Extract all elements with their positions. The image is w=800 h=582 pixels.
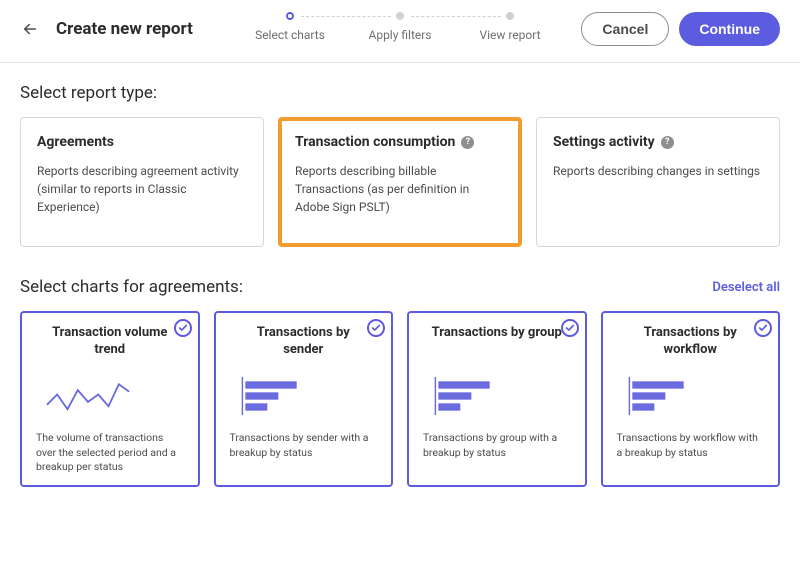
header: Create new report Select charts Apply fi… (0, 0, 800, 63)
check-icon (174, 319, 192, 337)
continue-button[interactable]: Continue (679, 12, 780, 46)
header-actions: Cancel Continue (581, 12, 780, 46)
content: Select report type: Agreements Reports d… (0, 63, 800, 487)
type-card-title: Settings activity ? (553, 134, 763, 150)
chart-card-desc: Transactions by workflow with a breakup … (613, 431, 769, 460)
type-card-transaction-consumption[interactable]: Transaction consumption ? Reports descri… (278, 117, 522, 247)
chart-card-by-workflow[interactable]: Transactions by workflow Transactions by… (601, 311, 781, 487)
type-card-title: Transaction consumption ? (295, 134, 505, 150)
chart-card-desc: Transactions by group with a breakup by … (419, 431, 575, 460)
deselect-all-link[interactable]: Deselect all (712, 280, 780, 295)
section-title-report-type: Select report type: (20, 83, 780, 103)
chart-card-desc: The volume of transactions over the sele… (32, 431, 188, 475)
type-card-agreements[interactable]: Agreements Reports describing agreement … (20, 117, 264, 247)
type-card-title: Agreements (37, 134, 247, 150)
type-card-desc: Reports describing agreement activity (s… (37, 162, 247, 216)
chart-card-title: Transactions by workflow (625, 325, 757, 359)
report-type-row: Agreements Reports describing agreement … (20, 117, 780, 247)
check-icon (561, 319, 579, 337)
type-card-title-text: Agreements (37, 134, 114, 150)
step-label: Apply filters (369, 28, 432, 42)
line-chart-icon (32, 369, 188, 423)
chart-card-by-sender[interactable]: Transactions by sender Transactions by s… (214, 311, 394, 487)
step-label: Select charts (255, 28, 325, 42)
page-title: Create new report (56, 19, 193, 39)
cancel-button[interactable]: Cancel (581, 12, 669, 46)
step-dot-icon (396, 12, 404, 20)
bar-chart-icon (226, 369, 382, 423)
check-icon (367, 319, 385, 337)
type-card-settings-activity[interactable]: Settings activity ? Reports describing c… (536, 117, 780, 247)
chart-card-desc: Transactions by sender with a breakup by… (226, 431, 382, 460)
step-view-report[interactable]: View report (455, 12, 565, 42)
type-card-desc: Reports describing billable Transactions… (295, 162, 505, 216)
help-icon[interactable]: ? (661, 136, 674, 149)
step-dot-icon (506, 12, 514, 20)
type-card-title-text: Settings activity (553, 134, 655, 150)
section-title-select-charts: Select charts for agreements: (20, 277, 243, 297)
section-charts-header-row: Select charts for agreements: Deselect a… (20, 277, 780, 297)
chart-card-by-group[interactable]: Transactions by group Transactions by gr… (407, 311, 587, 487)
back-arrow-icon[interactable] (20, 19, 40, 39)
type-card-desc: Reports describing changes in settings (553, 162, 763, 180)
bar-chart-icon (613, 369, 769, 423)
step-dot-icon (286, 12, 294, 20)
chart-card-title: Transaction volume trend (44, 325, 176, 359)
chart-card-title: Transactions by sender (238, 325, 370, 359)
chart-row: Transaction volume trend The volume of t… (20, 311, 780, 487)
check-icon (754, 319, 772, 337)
type-card-title-text: Transaction consumption (295, 134, 455, 150)
step-select-charts[interactable]: Select charts (235, 12, 345, 42)
help-icon[interactable]: ? (461, 136, 474, 149)
step-apply-filters[interactable]: Apply filters (345, 12, 455, 42)
chart-card-volume-trend[interactable]: Transaction volume trend The volume of t… (20, 311, 200, 487)
bar-chart-icon (419, 369, 575, 423)
step-label: View report (479, 28, 540, 42)
stepper: Select charts Apply filters View report (235, 12, 565, 42)
chart-card-title: Transactions by group (431, 325, 563, 359)
